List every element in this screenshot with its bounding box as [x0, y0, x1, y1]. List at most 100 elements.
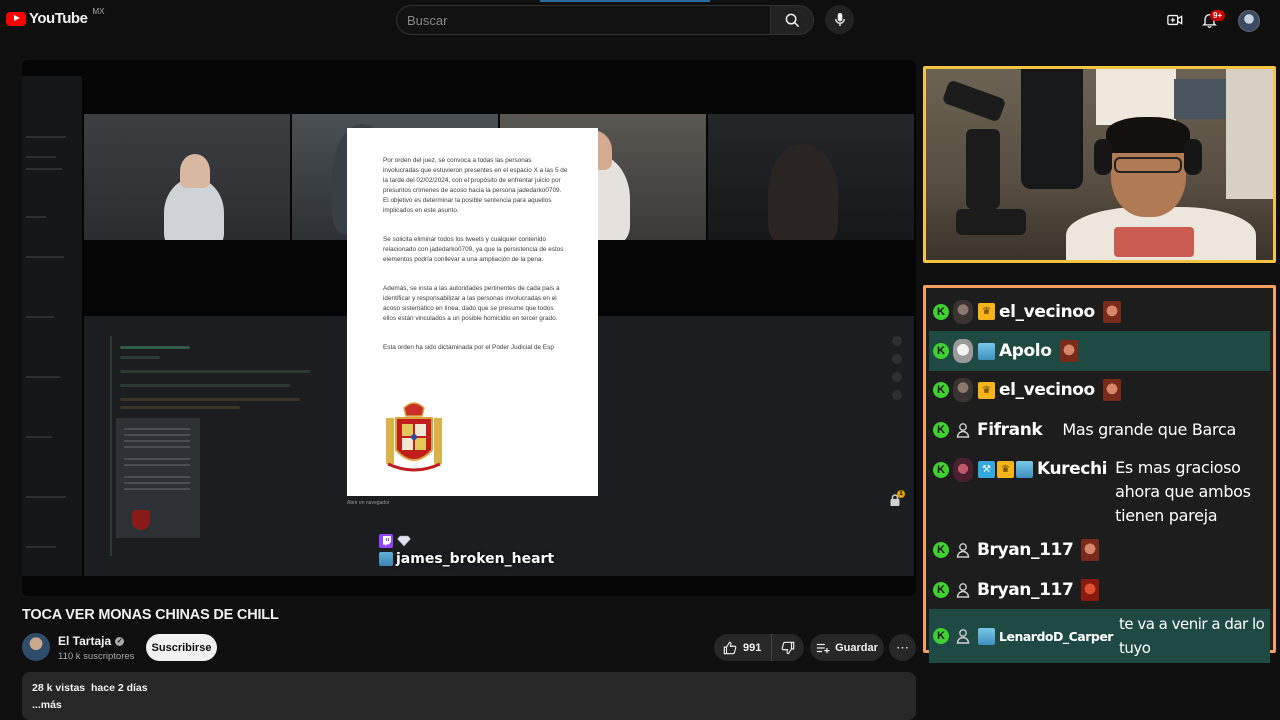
- user-avatar: [953, 378, 973, 403]
- court-order-document: Por orden del juez, se convoca a todas l…: [347, 128, 598, 496]
- chat-message: K ⚒ ♛ Kurechi Es mas gracioso ahora que …: [929, 450, 1270, 531]
- description-more-link[interactable]: ...más: [32, 699, 906, 711]
- video-title: TOCA VER MONAS CHINAS DE CHILL: [22, 607, 279, 623]
- subscriber-badge-icon: [978, 342, 995, 360]
- like-count: 991: [743, 641, 762, 654]
- call-participant-4: [708, 114, 914, 240]
- create-button[interactable]: [1165, 10, 1185, 30]
- call-participant-1: [84, 114, 290, 240]
- chat-message: K Bryan_117: [929, 531, 1270, 570]
- dislike-button[interactable]: [772, 634, 804, 661]
- chat-text: Mas grande que Barca: [1062, 419, 1236, 439]
- kick-icon: K: [933, 421, 949, 438]
- document-paragraph: Además, se insta a las autoridades perti…: [383, 285, 560, 322]
- notifications-badge: 9+: [1210, 10, 1226, 21]
- video-player[interactable]: Por orden del juez, se convoca a todas l…: [22, 60, 916, 596]
- subscriber-badge-icon: [978, 627, 995, 645]
- more-horizontal-icon: ⋯: [896, 639, 909, 655]
- chat-text: te va a venir a dar lo tuyo: [1118, 615, 1265, 658]
- poster: [1021, 69, 1083, 189]
- chat-message: K LenardoD_Carper te va a venir a dar lo…: [929, 609, 1270, 664]
- document-paragraph: Se solicita eliminar todos los tweets y …: [383, 236, 564, 263]
- subscriber-count: 110 k suscriptores: [58, 651, 135, 662]
- thumbs-up-icon: [723, 641, 737, 654]
- kick-icon: K: [933, 628, 949, 645]
- subscriber-badge-icon: [1016, 460, 1033, 478]
- microphone-icon: [834, 12, 845, 27]
- default-user-icon: [953, 578, 973, 602]
- emote-icon: [1081, 578, 1100, 601]
- youtube-logo[interactable]: YouTube MX: [6, 7, 105, 27]
- subscriber-badge-icon: [379, 552, 393, 566]
- loading-bar: [540, 0, 710, 2]
- chat-username: el_vecinoo: [999, 301, 1095, 322]
- like-dislike-group: 991: [714, 634, 804, 661]
- thumbs-down-icon: [781, 641, 795, 654]
- playlist-add-icon: [816, 643, 830, 653]
- top-bar: YouTube MX 9+: [0, 0, 1280, 56]
- save-button[interactable]: Guardar: [810, 634, 884, 661]
- streamer-webcam: [923, 66, 1276, 263]
- crown-badge-icon: ♛: [978, 303, 995, 321]
- document-paragraph: Por orden del juez, se convoca a todas l…: [383, 157, 568, 214]
- view-count: 28 k vistas: [32, 682, 86, 694]
- document-paragraph: Esta orden ha sido dictaminada por el Po…: [383, 344, 554, 351]
- kick-icon: K: [933, 303, 949, 320]
- lock-badge: 1: [897, 490, 905, 498]
- chat-text: Es mas gracioso ahora que ambos tienen p…: [1115, 457, 1251, 525]
- emote-icon: [1102, 379, 1121, 402]
- coat-of-arms-icon: [386, 402, 442, 472]
- chat-message: K Bryan_117: [929, 570, 1270, 609]
- chat-message: K ♛ el_vecinoo: [929, 371, 1270, 410]
- emote-icon: [1081, 539, 1100, 562]
- channel-avatar[interactable]: [22, 633, 50, 661]
- create-video-icon: [1167, 14, 1183, 26]
- user-avatar: [953, 299, 973, 324]
- description-box[interactable]: 28 k vistas hace 2 días ...más: [22, 672, 916, 720]
- crown-badge-icon: ♛: [978, 381, 995, 399]
- chat-username: Fifrank: [977, 419, 1043, 440]
- kick-icon: K: [933, 542, 949, 559]
- channel-name-row[interactable]: El Tartaja ✓: [58, 634, 125, 648]
- chat-username: Bryan_117: [977, 579, 1074, 600]
- default-user-icon: [953, 624, 973, 648]
- user-avatar: [953, 457, 973, 482]
- default-user-icon: [953, 538, 973, 562]
- video-meta: 28 k vistas hace 2 días: [32, 682, 906, 694]
- more-actions-button[interactable]: ⋯: [889, 634, 916, 661]
- save-label: Guardar: [835, 641, 878, 654]
- like-button[interactable]: 991: [714, 634, 772, 661]
- chat-username: LenardoD_Carper: [999, 628, 1113, 644]
- subscribe-button[interactable]: Suscribirse: [146, 634, 217, 661]
- twitch-icon: [379, 534, 393, 548]
- follower-alert: james_broken_heart: [379, 534, 554, 567]
- upload-date: hace 2 días: [90, 682, 148, 694]
- account-avatar[interactable]: [1238, 10, 1260, 32]
- chat-message: K Apolo: [929, 331, 1270, 371]
- kick-icon: K: [933, 382, 949, 399]
- stream-sidebar: [22, 76, 82, 576]
- search-button[interactable]: [770, 5, 814, 35]
- logo-text: YouTube: [29, 10, 88, 27]
- chat-message: K ♛ el_vecinoo: [929, 292, 1270, 331]
- youtube-play-icon: [6, 11, 26, 26]
- search-icon: [785, 13, 799, 27]
- overlay-username: james_broken_heart: [396, 551, 555, 567]
- moderator-hammer-icon: ⚒: [978, 460, 995, 478]
- diamond-icon: [397, 535, 411, 547]
- chat-username: el_vecinoo: [999, 380, 1095, 401]
- document-thumbnail: [116, 418, 200, 538]
- chat-message: K Fifrank Mas grande que Barca: [929, 410, 1270, 449]
- kick-icon: K: [933, 581, 949, 598]
- chat-username: Apolo: [999, 341, 1052, 362]
- search-input[interactable]: [396, 5, 770, 35]
- region-code: MX: [92, 7, 105, 16]
- channel-name[interactable]: El Tartaja: [58, 634, 111, 648]
- voice-search-button[interactable]: [825, 5, 854, 34]
- kick-icon: K: [933, 343, 949, 360]
- crown-badge-icon: ♛: [997, 460, 1014, 478]
- verified-check-icon: ✓: [115, 636, 125, 646]
- emote-icon: [1059, 340, 1078, 363]
- open-in-browser-link[interactable]: Abrir en navegador: [347, 500, 390, 506]
- chat-username: Bryan_117: [977, 540, 1074, 561]
